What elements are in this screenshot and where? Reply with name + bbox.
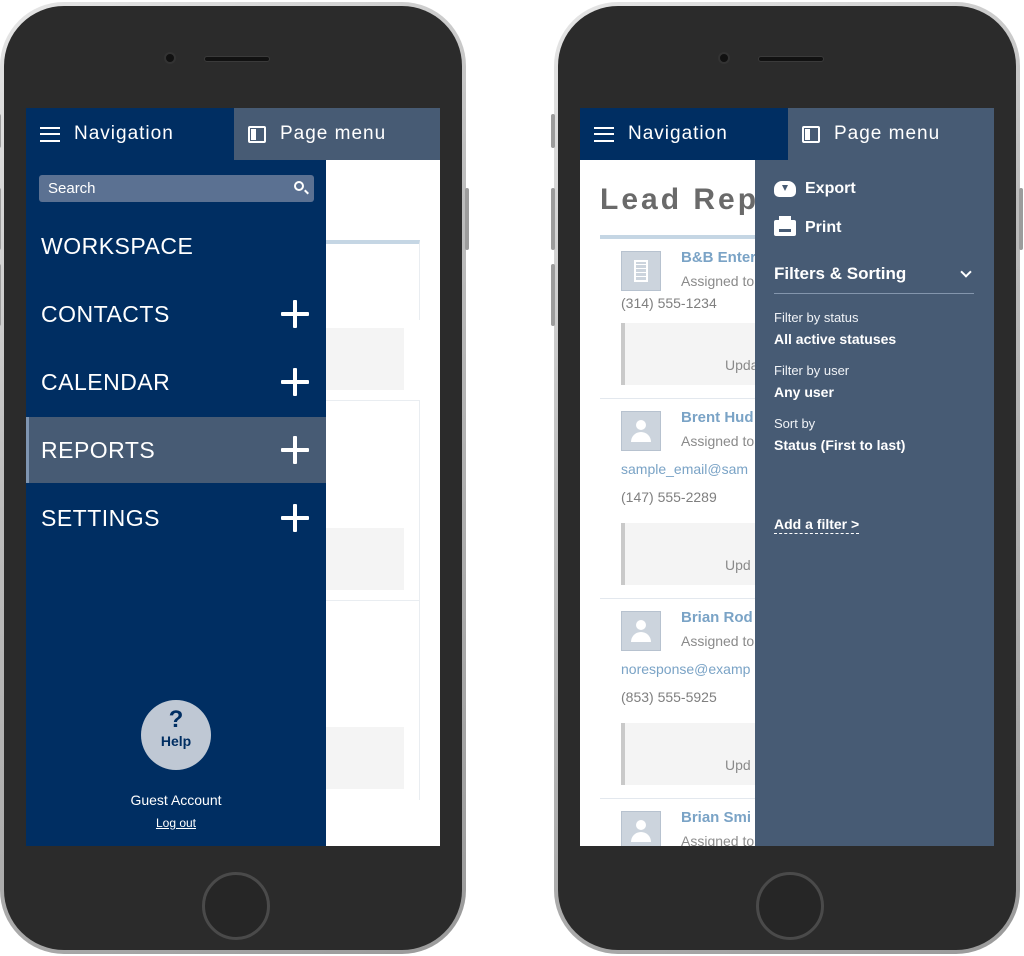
person-icon: [621, 411, 661, 451]
page-menu-panel: Export Print Filters & Sorting Filter by…: [755, 160, 994, 846]
help-button[interactable]: ? Help: [141, 700, 211, 770]
nav-item-label: CONTACTS: [41, 300, 170, 327]
search-label: Search: [48, 180, 96, 197]
page-menu-label: Page menu: [834, 123, 941, 144]
nav-item-contacts[interactable]: CONTACTS: [26, 281, 326, 347]
person-icon: [621, 611, 661, 651]
speaker: [758, 56, 824, 62]
background-panel: [326, 528, 404, 590]
top-bar: Navigation Page menu: [580, 108, 994, 160]
sort-by-value[interactable]: Status (First to last): [774, 437, 905, 453]
add-filter-link[interactable]: Add a filter >: [774, 516, 860, 534]
navigation-label: Navigation: [628, 123, 728, 144]
nav-item-workspace[interactable]: WORKSPACE: [26, 213, 326, 279]
lead-assigned: Assigned to: [681, 433, 755, 449]
logout-link[interactable]: Log out: [26, 816, 326, 830]
lead-phone[interactable]: (147) 555-2289: [621, 489, 717, 505]
book-icon: [802, 125, 820, 143]
print-label: Print: [805, 219, 842, 236]
expand-plus-icon[interactable]: [281, 300, 309, 328]
lead-email[interactable]: noresponse@examp: [621, 661, 750, 677]
building-icon: [621, 251, 661, 291]
help-label: Help: [160, 733, 192, 749]
background-panel: [326, 727, 404, 789]
lead-assigned: Assigned to: [681, 633, 755, 649]
lead-name[interactable]: Brent Hud: [681, 409, 754, 426]
camera: [718, 52, 730, 64]
lead-assigned: Assigned to: [681, 833, 755, 846]
nav-item-label: REPORTS: [41, 436, 156, 463]
camera: [164, 52, 176, 64]
filter-user-label: Filter by user: [774, 363, 850, 378]
lead-phone[interactable]: (314) 555-1234: [621, 295, 717, 311]
hamburger-icon: [594, 126, 614, 142]
navigation-drawer: Search WORKSPACE CONTACTS CALENDAR REPOR…: [26, 160, 326, 846]
top-bar: Navigation Page menu: [26, 108, 440, 160]
sort-by-label: Sort by: [774, 416, 816, 431]
nav-item-settings[interactable]: SETTINGS: [26, 485, 326, 551]
filters-sorting-header[interactable]: Filters & Sorting: [774, 264, 974, 294]
lead-name[interactable]: Brian Smi: [681, 809, 751, 826]
print-button[interactable]: Print: [774, 216, 842, 237]
page-menu-toggle[interactable]: Page menu: [234, 108, 440, 160]
filter-user-value[interactable]: Any user: [774, 384, 834, 400]
nav-item-calendar[interactable]: CALENDAR: [26, 349, 326, 415]
filters-sorting-title: Filters & Sorting: [774, 264, 907, 283]
phone-frame-left: Navigation Page menu Search WORKSPACE CO…: [0, 2, 469, 954]
page-title: Lead Repo: [600, 183, 781, 216]
speaker: [204, 56, 270, 62]
filter-status-label: Filter by status: [774, 310, 859, 325]
background-panel: [326, 328, 404, 390]
export-button[interactable]: Export: [774, 180, 856, 198]
phone-frame-right: Lead Repo B&B Enter Assigned to (314) 55…: [551, 2, 1023, 954]
lead-assigned: Assigned to: [681, 273, 755, 289]
lead-update-text: Upd: [725, 757, 751, 773]
nav-item-label: CALENDAR: [41, 368, 171, 395]
expand-plus-icon[interactable]: [281, 436, 309, 464]
export-label: Export: [805, 180, 856, 197]
book-icon: [248, 125, 266, 143]
screen-page-menu: Lead Repo B&B Enter Assigned to (314) 55…: [580, 108, 994, 846]
question-mark-icon: ?: [168, 706, 184, 733]
lead-update-text: Upd: [725, 557, 751, 573]
filter-status-value[interactable]: All active statuses: [774, 331, 896, 347]
lead-name[interactable]: B&B Enter: [681, 249, 756, 266]
navigation-toggle[interactable]: Navigation: [26, 108, 234, 160]
nav-item-label: SETTINGS: [41, 504, 161, 531]
page-menu-toggle[interactable]: Page menu: [788, 108, 994, 160]
account-name: Guest Account: [130, 792, 222, 808]
lead-email[interactable]: sample_email@sam: [621, 461, 748, 477]
home-button[interactable]: [202, 872, 270, 940]
navigation-toggle[interactable]: Navigation: [580, 108, 788, 160]
expand-plus-icon[interactable]: [281, 368, 309, 396]
printer-icon: [774, 216, 796, 236]
nav-item-label: WORKSPACE: [41, 232, 194, 259]
lead-name[interactable]: Brian Rod: [681, 609, 753, 626]
lead-phone[interactable]: (853) 555-5925: [621, 689, 717, 705]
cloud-download-icon: [774, 181, 796, 197]
page-menu-label: Page menu: [280, 123, 387, 144]
search-icon[interactable]: [294, 181, 304, 191]
navigation-label: Navigation: [74, 123, 174, 144]
nav-item-reports[interactable]: REPORTS: [26, 417, 326, 483]
home-button[interactable]: [756, 872, 824, 940]
search-input[interactable]: Search: [39, 175, 314, 202]
person-icon: [621, 811, 661, 846]
background-card: [326, 240, 420, 320]
screen-navigation: Navigation Page menu Search WORKSPACE CO…: [26, 108, 440, 846]
chevron-down-icon[interactable]: [960, 266, 972, 278]
hamburger-icon: [40, 126, 60, 142]
lead-update-text: Upda: [725, 357, 759, 373]
expand-plus-icon[interactable]: [281, 504, 309, 532]
